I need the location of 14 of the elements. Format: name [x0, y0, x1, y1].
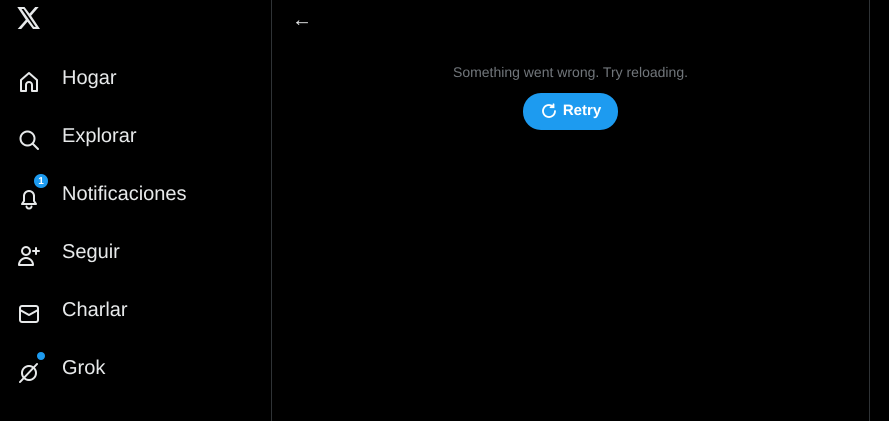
notification-count: 1 — [33, 173, 49, 189]
back-button[interactable]: ← — [286, 6, 318, 34]
nav-item[interactable]: Seguir — [62, 237, 120, 267]
refresh-icon — [540, 102, 558, 120]
nav-item[interactable]: Notificaciones — [62, 179, 187, 209]
home-icon — [17, 70, 41, 94]
add-user-icon — [17, 244, 41, 268]
search-icon — [17, 128, 41, 152]
nav-item[interactable]: Grok — [62, 353, 106, 383]
error-message: Something went wrong. Try reloading. — [452, 63, 688, 82]
nav-item[interactable]: Hogar — [62, 63, 116, 93]
x-logo-icon[interactable] — [17, 6, 41, 29]
nav-item[interactable]: Charlar — [62, 295, 128, 325]
nav-item[interactable]: Explorar — [62, 121, 136, 151]
